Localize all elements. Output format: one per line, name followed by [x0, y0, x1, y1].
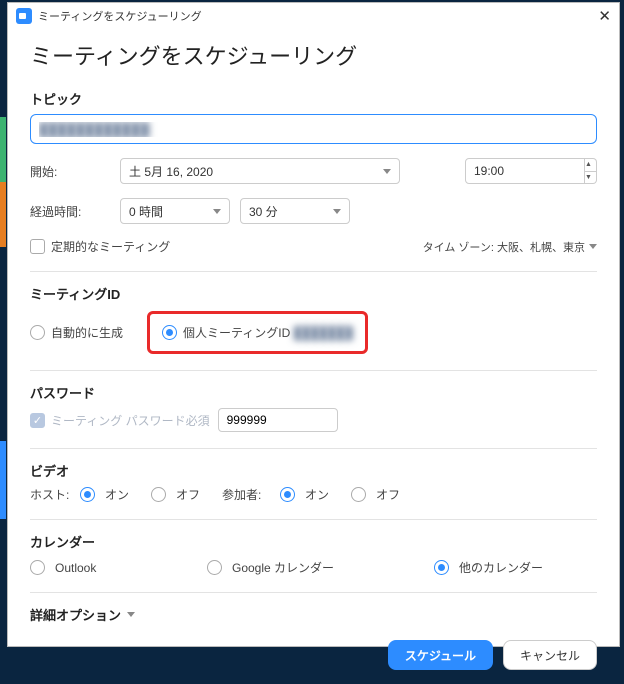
duration-label: 経過時間:	[30, 203, 110, 220]
password-input[interactable]	[218, 408, 338, 432]
duration-hours-value: 0 時間	[129, 203, 163, 220]
duration-hours-select[interactable]: 0 時間	[120, 198, 230, 224]
divider	[30, 592, 597, 593]
start-time-value: 19:00	[474, 164, 504, 178]
recurring-checkbox[interactable]	[30, 239, 45, 254]
calendar-other-radio[interactable]	[434, 560, 449, 575]
video-host-off-radio[interactable]	[151, 487, 166, 502]
app-icon	[16, 8, 32, 24]
password-required-label: ミーティング パスワード必須	[51, 412, 210, 429]
meeting-id-personal-label: 個人ミーティングID ███████	[183, 324, 353, 341]
topic-label: トピック	[30, 89, 597, 108]
chevron-down-icon	[127, 612, 135, 617]
video-host-label: ホスト:	[30, 486, 76, 503]
divider	[30, 271, 597, 272]
password-required-checkbox[interactable]: ✓	[30, 413, 45, 428]
cancel-button[interactable]: キャンセル	[503, 640, 597, 670]
video-off-label: オフ	[176, 486, 200, 503]
calendar-outlook-radio[interactable]	[30, 560, 45, 575]
video-participant-label: 参加者:	[222, 486, 276, 503]
calendar-header: カレンダー	[30, 532, 597, 551]
video-off-label: オフ	[376, 486, 400, 503]
personal-id-value: ███████	[294, 326, 354, 340]
meeting-id-auto-label: 自動的に生成	[51, 324, 123, 341]
advanced-label: 詳細オプション	[30, 605, 121, 624]
window-title: ミーティングをスケジューリング	[38, 8, 202, 24]
close-icon[interactable]: ✕	[598, 7, 611, 25]
duration-minutes-value: 30 分	[249, 203, 278, 220]
meeting-id-auto-radio[interactable]	[30, 325, 45, 340]
dialog-window: ミーティングをスケジューリング ✕ ミーティングをスケジューリング トピック 開…	[7, 2, 620, 647]
page-title: ミーティングをスケジューリング	[30, 39, 597, 71]
video-on-label: オン	[105, 486, 129, 503]
recurring-label: 定期的なミーティング	[51, 238, 170, 255]
calendar-google-label: Google カレンダー	[232, 559, 412, 576]
video-participant-on-radio[interactable]	[280, 487, 295, 502]
timezone-select[interactable]: タイム ゾーン: 大阪、札幌、東京	[423, 239, 597, 255]
divider	[30, 448, 597, 449]
left-accent-bar	[0, 0, 6, 649]
password-header: パスワード	[30, 383, 597, 402]
start-label: 開始:	[30, 163, 110, 180]
chevron-down-icon	[213, 209, 221, 214]
chevron-down-icon	[333, 209, 341, 214]
meeting-id-header: ミーティングID	[30, 284, 597, 303]
chevron-down-icon	[589, 244, 597, 249]
start-date-value: 土 5月 16, 2020	[129, 163, 213, 180]
schedule-button[interactable]: スケジュール	[388, 640, 493, 670]
video-host-on-radio[interactable]	[80, 487, 95, 502]
calendar-other-label: 他のカレンダー	[459, 559, 543, 576]
calendar-outlook-label: Outlook	[55, 561, 185, 575]
calendar-google-radio[interactable]	[207, 560, 222, 575]
duration-minutes-select[interactable]: 30 分	[240, 198, 350, 224]
divider	[30, 519, 597, 520]
video-participant-off-radio[interactable]	[351, 487, 366, 502]
start-date-select[interactable]: 土 5月 16, 2020	[120, 158, 400, 184]
chevron-down-icon	[383, 169, 391, 174]
video-header: ビデオ	[30, 461, 597, 480]
start-time-select[interactable]: 19:00	[465, 158, 585, 184]
topic-input[interactable]	[30, 114, 597, 144]
divider	[30, 370, 597, 371]
video-on-label: オン	[305, 486, 329, 503]
meeting-id-personal-radio[interactable]	[162, 325, 177, 340]
advanced-options-toggle[interactable]: 詳細オプション	[30, 605, 597, 624]
annotation-highlight: 個人ミーティングID ███████	[147, 311, 368, 354]
timezone-label: タイム ゾーン: 大阪、札幌、東京	[423, 239, 585, 255]
title-bar: ミーティングをスケジューリング ✕	[8, 3, 619, 29]
